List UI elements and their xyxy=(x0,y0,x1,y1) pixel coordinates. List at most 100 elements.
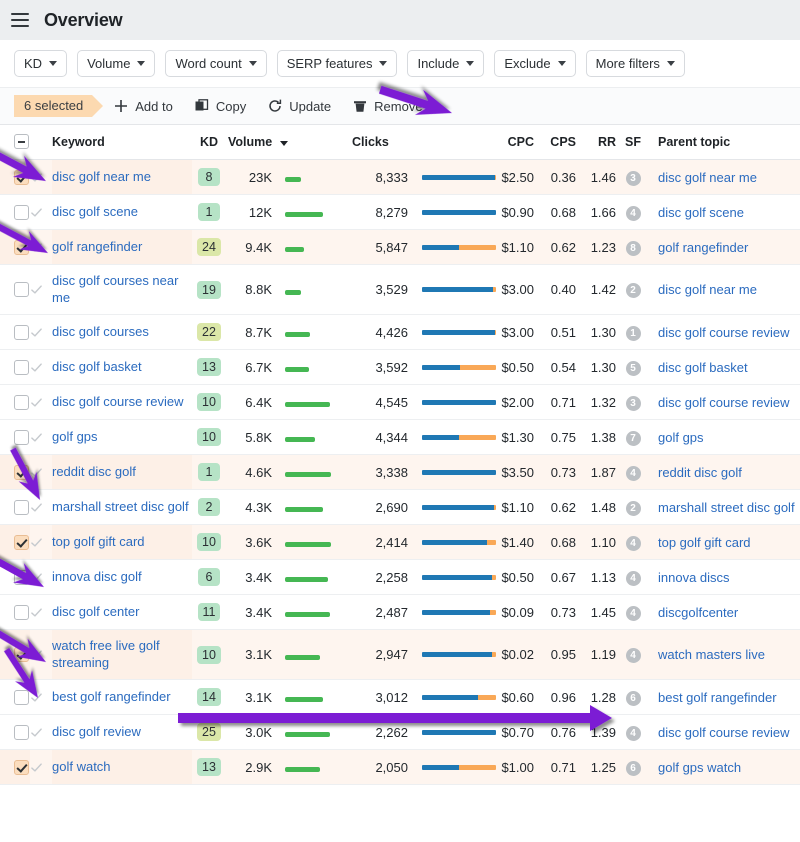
column-volume[interactable]: Volume xyxy=(226,125,288,160)
remove-button[interactable]: Remove xyxy=(353,99,423,114)
parent-topic-link[interactable]: top golf gift card xyxy=(658,535,751,550)
table-row[interactable]: disc golf courses near me 19 8.8K 3,529 $3.0… xyxy=(0,264,800,315)
keyword-link[interactable]: golf rangefinder xyxy=(52,239,142,256)
parent-topic-link[interactable]: innova discs xyxy=(658,570,730,585)
parent-topic-cell[interactable]: reddit disc golf xyxy=(650,454,800,490)
parent-topic-cell[interactable]: disc golf course review xyxy=(650,314,800,350)
column-cpc[interactable]: CPC xyxy=(488,125,534,160)
parent-topic-link[interactable]: disc golf course review xyxy=(658,395,790,410)
parent-topic-cell[interactable]: disc golf scene xyxy=(650,194,800,230)
keyword-cell[interactable]: disc golf courses near me xyxy=(52,264,192,315)
keyword-cell[interactable]: golf rangefinder xyxy=(52,229,192,265)
parent-topic-link[interactable]: reddit disc golf xyxy=(658,465,742,480)
row-checkbox-cell[interactable] xyxy=(0,229,30,265)
parent-topic-cell[interactable]: innova discs xyxy=(650,559,800,595)
row-checkbox-cell[interactable] xyxy=(0,594,30,630)
keyword-link[interactable]: innova disc golf xyxy=(52,569,142,586)
row-checkbox[interactable] xyxy=(14,239,29,255)
hamburger-icon[interactable] xyxy=(11,13,29,27)
keyword-cell[interactable]: reddit disc golf xyxy=(52,454,192,490)
keyword-cell[interactable]: disc golf basket xyxy=(52,349,192,385)
row-checkbox-cell[interactable] xyxy=(0,629,30,680)
keyword-link[interactable]: golf gps xyxy=(52,429,98,446)
row-checkbox[interactable] xyxy=(14,169,29,185)
keyword-cell[interactable]: disc golf center xyxy=(52,594,192,630)
parent-topic-cell[interactable]: disc golf course review xyxy=(650,714,800,750)
column-clicks[interactable]: Clicks xyxy=(352,125,408,160)
row-checkbox[interactable] xyxy=(14,604,29,620)
filter-include[interactable]: Include xyxy=(407,50,485,77)
parent-topic-link[interactable]: best golf rangefinder xyxy=(658,690,777,705)
parent-topic-link[interactable]: disc golf near me xyxy=(658,170,757,185)
row-checkbox-cell[interactable] xyxy=(0,384,30,420)
parent-topic-link[interactable]: disc golf scene xyxy=(658,205,744,220)
row-checkbox[interactable] xyxy=(14,689,29,705)
keyword-link[interactable]: disc golf scene xyxy=(52,204,138,221)
row-checkbox-cell[interactable] xyxy=(0,714,30,750)
parent-topic-cell[interactable]: watch masters live xyxy=(650,629,800,680)
parent-topic-cell[interactable]: golf gps watch xyxy=(650,749,800,785)
row-checkbox[interactable] xyxy=(14,499,29,515)
row-checkbox[interactable] xyxy=(14,534,29,550)
keyword-link[interactable]: disc golf course review xyxy=(52,394,184,411)
row-checkbox-cell[interactable] xyxy=(0,194,30,230)
row-checkbox[interactable] xyxy=(14,429,29,445)
row-checkbox[interactable] xyxy=(14,647,29,662)
copy-button[interactable]: Copy xyxy=(195,99,246,114)
keyword-link[interactable]: marshall street disc golf xyxy=(52,499,189,516)
filter-more-filters[interactable]: More filters xyxy=(585,50,685,77)
row-checkbox[interactable] xyxy=(14,724,29,740)
row-checkbox[interactable] xyxy=(14,759,29,775)
table-row[interactable]: disc golf scene 1 12K 8,279 $0.90 0.68 1.66 4 di… xyxy=(0,194,800,230)
table-row[interactable]: disc golf basket 13 6.7K 3,592 $0.50 0.54 1.30… xyxy=(0,349,800,385)
keyword-cell[interactable]: disc golf course review xyxy=(52,384,192,420)
keyword-link[interactable]: disc golf courses xyxy=(52,324,149,341)
row-checkbox[interactable] xyxy=(14,394,29,410)
parent-topic-cell[interactable]: disc golf course review xyxy=(650,384,800,420)
filter-volume[interactable]: Volume xyxy=(77,50,156,77)
row-checkbox[interactable] xyxy=(14,324,29,340)
parent-topic-cell[interactable]: top golf gift card xyxy=(650,524,800,560)
keyword-cell[interactable]: innova disc golf xyxy=(52,559,192,595)
parent-topic-cell[interactable]: golf rangefinder xyxy=(650,229,800,265)
parent-topic-link[interactable]: golf gps xyxy=(658,430,704,445)
keyword-link[interactable]: best golf rangefinder xyxy=(52,689,171,706)
filter-serp-features[interactable]: SERP features xyxy=(276,50,398,77)
filter-kd[interactable]: KD xyxy=(14,50,68,77)
keyword-link[interactable]: golf watch xyxy=(52,759,111,776)
table-row[interactable]: marshall street disc golf 2 4.3K 2,690 $1.10… xyxy=(0,489,800,525)
row-checkbox[interactable] xyxy=(14,282,29,297)
parent-topic-cell[interactable]: disc golf basket xyxy=(650,349,800,385)
row-checkbox[interactable] xyxy=(14,464,29,480)
row-checkbox-cell[interactable] xyxy=(0,454,30,490)
keyword-cell[interactable]: disc golf scene xyxy=(52,194,192,230)
parent-topic-link[interactable]: watch masters live xyxy=(658,647,765,662)
add-to-button[interactable]: Add to xyxy=(114,99,173,114)
keyword-link[interactable]: disc golf basket xyxy=(52,359,142,376)
column-cps[interactable]: CPS xyxy=(534,125,576,160)
keyword-link[interactable]: disc golf review xyxy=(52,724,141,741)
table-row[interactable]: watch free live golf streaming 10 3.1K 2,94… xyxy=(0,629,800,680)
keyword-link[interactable]: disc golf center xyxy=(52,604,139,621)
table-row[interactable]: disc golf center 11 3.4K 2,487 $0.09 0.73 1.45… xyxy=(0,594,800,630)
keyword-link[interactable]: watch free live golf streaming xyxy=(52,638,192,671)
filter-word-count[interactable]: Word count xyxy=(165,50,267,77)
parent-topic-link[interactable]: golf rangefinder xyxy=(658,240,748,255)
keyword-cell[interactable]: marshall street disc golf xyxy=(52,489,192,525)
update-button[interactable]: Update xyxy=(268,99,331,114)
parent-topic-cell[interactable]: best golf rangefinder xyxy=(650,679,800,715)
keyword-cell[interactable]: golf gps xyxy=(52,419,192,455)
select-all-checkbox[interactable] xyxy=(14,134,29,149)
row-checkbox-cell[interactable] xyxy=(0,679,30,715)
row-checkbox[interactable] xyxy=(14,204,29,220)
table-row[interactable]: golf gps 10 5.8K 4,344 $1.30 0.75 1.38 7 golf gp… xyxy=(0,419,800,455)
column-parent-topic[interactable]: Parent topic xyxy=(650,125,800,160)
table-row[interactable]: disc golf courses 22 8.7K 4,426 $3.00 0.51 1.3… xyxy=(0,314,800,350)
parent-topic-cell[interactable]: discgolfcenter xyxy=(650,594,800,630)
parent-topic-cell[interactable]: golf gps xyxy=(650,419,800,455)
select-all-header[interactable] xyxy=(0,125,30,160)
row-checkbox-cell[interactable] xyxy=(0,524,30,560)
table-row[interactable]: disc golf course review 10 6.4K 4,545 $2.00 0… xyxy=(0,384,800,420)
row-checkbox[interactable] xyxy=(14,359,29,375)
keyword-cell[interactable]: disc golf near me xyxy=(52,159,192,195)
